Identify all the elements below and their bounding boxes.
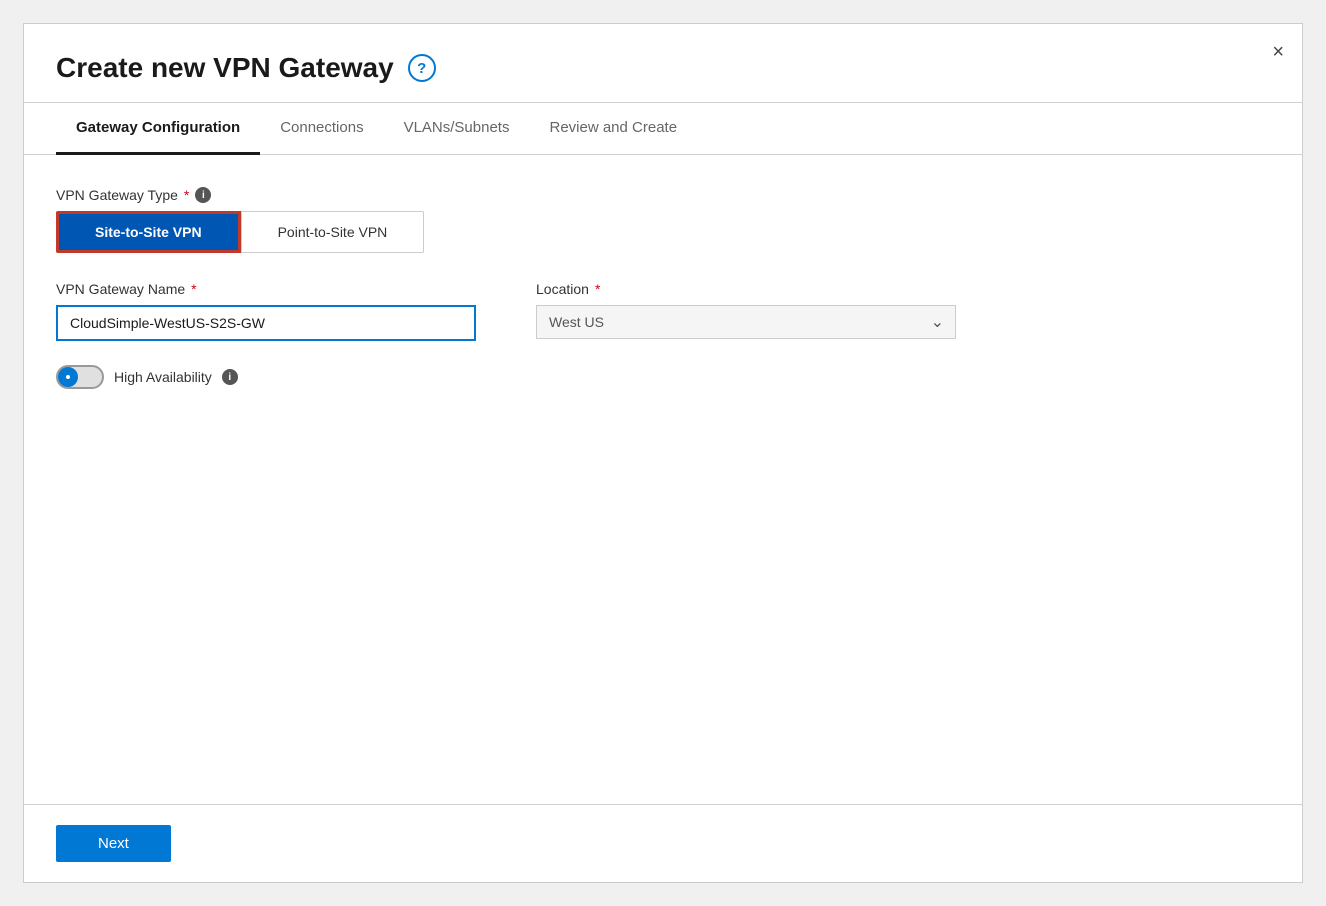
location-required: * [595, 281, 600, 297]
point-to-site-button[interactable]: Point-to-Site VPN [241, 211, 425, 253]
tab-review-and-create[interactable]: Review and Create [529, 103, 697, 155]
gateway-name-col: VPN Gateway Name * [56, 281, 476, 341]
help-icon[interactable]: ? [408, 54, 436, 82]
tab-gateway-configuration[interactable]: Gateway Configuration [56, 103, 260, 155]
dialog-title: Create new VPN Gateway [56, 52, 394, 84]
high-availability-label: High Availability [114, 369, 212, 385]
site-to-site-button[interactable]: Site-to-Site VPN [56, 211, 241, 253]
name-location-row: VPN Gateway Name * Location * West US Ea… [56, 281, 1270, 341]
high-availability-toggle[interactable] [56, 365, 104, 389]
high-availability-row: High Availability i [56, 365, 1270, 389]
high-availability-info-icon[interactable]: i [222, 369, 238, 385]
location-select[interactable]: West US East US West Europe [536, 305, 956, 339]
dialog-header: Create new VPN Gateway ? × [24, 24, 1302, 84]
toggle-knob [58, 367, 78, 387]
tab-vlans-subnets[interactable]: VLANs/Subnets [384, 103, 530, 155]
close-button[interactable]: × [1272, 42, 1284, 62]
next-button[interactable]: Next [56, 825, 171, 862]
gateway-name-input[interactable] [56, 305, 476, 341]
location-select-wrapper: West US East US West Europe ⌄ [536, 305, 956, 339]
toggle-knob-inner [64, 373, 72, 381]
gateway-name-label: VPN Gateway Name * [56, 281, 476, 297]
required-star: * [184, 187, 189, 203]
form-content: VPN Gateway Type * i Site-to-Site VPN Po… [24, 155, 1302, 804]
vpn-type-label: VPN Gateway Type * i [56, 187, 1270, 203]
gateway-name-required: * [191, 281, 196, 297]
vpn-type-info-icon[interactable]: i [195, 187, 211, 203]
location-col: Location * West US East US West Europe ⌄ [536, 281, 956, 339]
dialog-footer: Next [24, 804, 1302, 882]
tab-connections[interactable]: Connections [260, 103, 383, 155]
vpn-type-toggle-group: Site-to-Site VPN Point-to-Site VPN [56, 211, 1270, 253]
location-label: Location * [536, 281, 956, 297]
tab-bar: Gateway Configuration Connections VLANs/… [24, 103, 1302, 155]
create-vpn-gateway-dialog: Create new VPN Gateway ? × Gateway Confi… [23, 23, 1303, 883]
